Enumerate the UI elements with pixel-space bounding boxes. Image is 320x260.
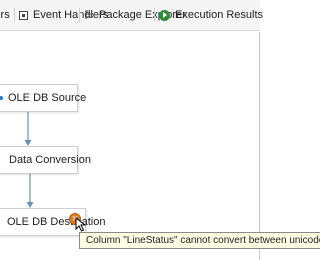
component-label: OLE DB Destination (7, 216, 106, 228)
component-label: OLE DB Source (8, 92, 87, 104)
mouse-pointer-icon (75, 217, 87, 232)
component-data-conversion[interactable]: Data Conversion (0, 146, 91, 174)
path-conversion-to-destination[interactable] (26, 174, 34, 208)
component-ole-db-source[interactable]: OLE DB Source (0, 84, 86, 112)
error-tooltip: Column "LineStatus" cannot convert betwe… (79, 232, 320, 249)
path-source-to-conversion[interactable] (24, 112, 32, 146)
component-label: Data Conversion (9, 154, 91, 166)
